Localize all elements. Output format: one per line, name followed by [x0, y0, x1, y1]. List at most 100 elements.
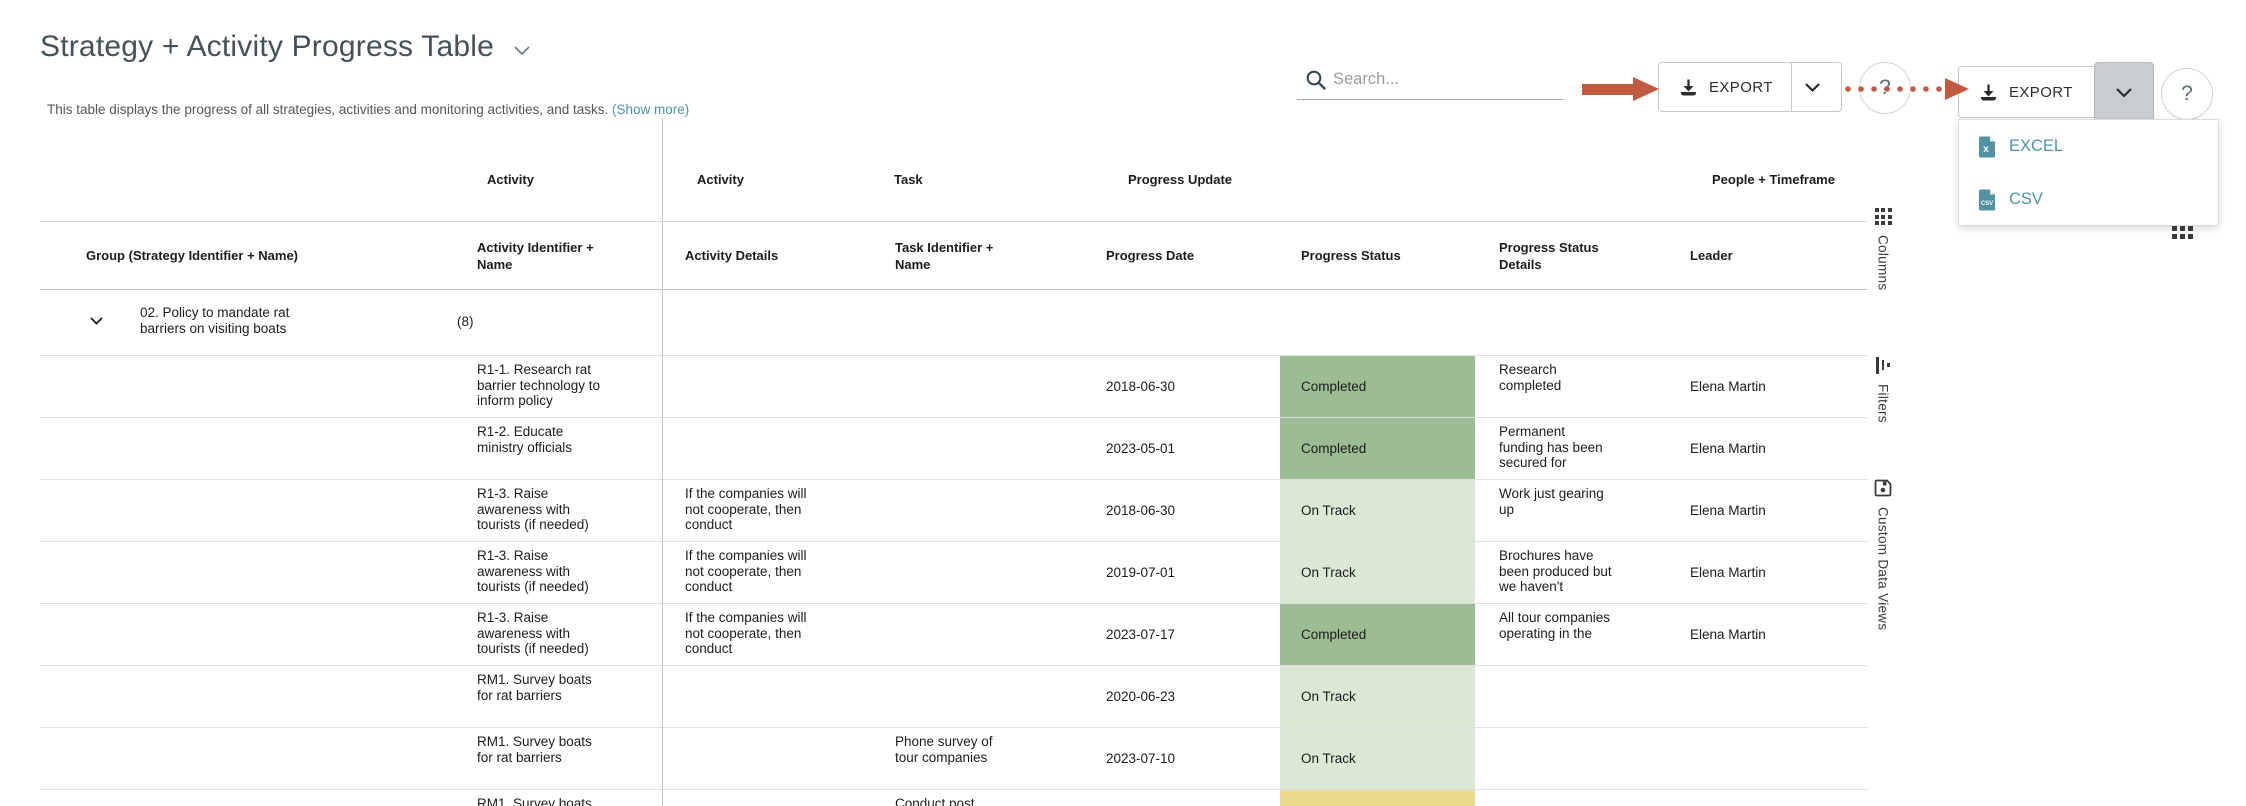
leader-cell: Elena Martin — [1690, 440, 1766, 456]
progress-date-cell: 2023-07-10 — [1106, 750, 1176, 766]
side-tab-label: Columns — [1875, 235, 1891, 291]
help-button-duplicate[interactable]: ? — [2161, 68, 2213, 120]
status-details-cell — [1475, 790, 1680, 806]
group-cell — [40, 356, 462, 417]
activity-details-cell: If the companies will not cooperate, the… — [685, 548, 807, 594]
status-details-cell — [1475, 666, 1680, 727]
columns-grid-icon — [2172, 226, 2193, 239]
group-header-task: Task — [894, 171, 923, 187]
pinned-column-divider — [662, 118, 663, 806]
column-header-leader[interactable]: Leader — [1680, 222, 1867, 289]
status-details-cell: Permanent funding has been secured for — [1499, 424, 1603, 470]
activity-details-cell — [662, 356, 880, 417]
status-details-cell: Brochures have been produced but we have… — [1499, 548, 1612, 594]
status-details-cell: Research completed — [1499, 362, 1562, 393]
column-header-activity-details[interactable]: Activity Details — [662, 222, 880, 289]
help-button[interactable]: ? — [1859, 62, 1911, 114]
table-row[interactable]: R1-3. Raise awareness with tourists (if … — [40, 480, 1867, 542]
side-tab-columns[interactable]: Columns — [1869, 208, 1897, 290]
export-button[interactable]: EXPORT — [1658, 62, 1842, 112]
menu-item-csv[interactable]: CSV CSV — [1959, 173, 2218, 226]
progress-status-cell: On Track — [1280, 480, 1475, 541]
side-tab-custom-data-views[interactable]: Custom Data Views — [1869, 479, 1897, 630]
task-cell — [880, 604, 1080, 665]
excel-file-icon: x — [1979, 136, 1995, 157]
column-header-activity-identifier[interactable]: Activity Identifier + Name — [462, 222, 662, 289]
task-cell: Conduct post — [895, 796, 975, 806]
export-button-main[interactable]: EXPORT — [1659, 63, 1791, 111]
column-header-progress-date[interactable]: Progress Date — [1080, 222, 1280, 289]
column-header-task-identifier[interactable]: Task Identifier + Name — [880, 222, 1080, 289]
activity-details-cell: If the companies will not cooperate, the… — [685, 486, 807, 532]
activity-details-cell — [662, 666, 880, 727]
task-cell — [880, 480, 1080, 541]
side-tab-filters[interactable]: Filters — [1869, 356, 1897, 423]
chevron-down-icon — [1805, 82, 1821, 92]
activity-cell: RM1. Survey boats — [477, 796, 592, 806]
group-cell — [40, 542, 462, 603]
group-expander-chevron-icon[interactable] — [90, 312, 103, 330]
title-chevron-icon[interactable] — [514, 43, 530, 61]
progress-date-cell: 2020-06-23 — [1106, 688, 1176, 704]
progress-date-cell: 2018-06-30 — [1106, 378, 1176, 394]
csv-file-icon: CSV — [1979, 189, 1995, 210]
progress-date-cell: 2023-05-01 — [1106, 440, 1176, 456]
task-cell: Phone survey of tour companies — [895, 734, 993, 765]
group-cell — [40, 666, 462, 727]
group-row-count: (8) — [457, 314, 474, 329]
export-button-main[interactable]: EXPORT — [1959, 67, 2091, 117]
group-cell — [40, 604, 462, 665]
activity-cell: R1-3. Raise awareness with tourists (if … — [477, 610, 589, 656]
chevron-down-icon — [2116, 87, 2132, 98]
progress-status-cell — [1280, 790, 1475, 806]
search-input[interactable] — [1333, 64, 1553, 94]
table-row[interactable]: RM1. Survey boats for rat barriers 2020-… — [40, 666, 1867, 728]
export-dropdown-caret[interactable] — [1792, 63, 1834, 111]
column-header-group[interactable]: Group (Strategy Identifier + Name) — [40, 222, 462, 289]
activity-cell: RM1. Survey boats for rat barriers — [477, 672, 592, 703]
group-header-progress-update: Progress Update — [1127, 171, 1233, 187]
activity-cell: R1-2. Educate ministry officials — [477, 424, 573, 455]
group-header-activity-2: Activity — [697, 171, 744, 187]
progress-table: Activity Activity Task Progress Update P… — [40, 116, 1867, 806]
table-group-header-row: Activity Activity Task Progress Update P… — [40, 116, 1867, 222]
table-row[interactable]: R1-3. Raise awareness with tourists (if … — [40, 604, 1867, 666]
download-icon — [1981, 84, 1996, 100]
activity-cell: R1-1. Research rat barrier technology to… — [477, 362, 601, 408]
leader-cell — [1680, 790, 1867, 806]
export-dropdown-caret-active[interactable] — [2094, 62, 2154, 123]
leader-cell: Elena Martin — [1690, 564, 1766, 580]
side-tab-label: Filters — [1875, 384, 1891, 423]
table-row[interactable]: R1-3. Raise awareness with tourists (if … — [40, 542, 1867, 604]
search-box — [1297, 60, 1563, 100]
group-cell — [40, 790, 462, 806]
status-details-cell: Work just gearing up — [1499, 486, 1604, 517]
task-cell — [880, 666, 1080, 727]
group-row[interactable]: 02. Policy to mandate rat barriers on vi… — [40, 290, 1867, 356]
table-row[interactable]: RM1. Survey boats for rat barriers Phone… — [40, 728, 1867, 790]
progress-table-page: Strategy + Activity Progress Table This … — [0, 0, 2246, 806]
task-cell — [880, 542, 1080, 603]
page-title: Strategy + Activity Progress Table — [40, 30, 494, 63]
leader-cell: Elena Martin — [1690, 502, 1766, 518]
activity-details-cell — [662, 728, 880, 789]
progress-date-cell: 2019-07-01 — [1106, 564, 1176, 580]
progress-status-cell: On Track — [1280, 542, 1475, 603]
leader-cell — [1680, 666, 1867, 727]
show-more-link[interactable]: (Show more) — [612, 102, 689, 117]
column-header-progress-status-details[interactable]: Progress Status Details — [1475, 222, 1680, 289]
table-row-partial[interactable]: RM1. Survey boats Conduct post — [40, 790, 1867, 806]
subtitle-text: This table displays the progress of all … — [47, 102, 609, 117]
progress-status-cell: On Track — [1280, 666, 1475, 727]
activity-cell: RM1. Survey boats for rat barriers — [477, 734, 592, 765]
svg-text:CSV: CSV — [1981, 201, 1993, 207]
activity-details-cell — [662, 790, 880, 806]
export-button-duplicate[interactable]: EXPORT — [1958, 62, 2154, 123]
table-row[interactable]: R1-1. Research rat barrier technology to… — [40, 356, 1867, 418]
column-header-progress-status[interactable]: Progress Status — [1280, 222, 1475, 289]
help-question-mark: ? — [2181, 82, 2193, 105]
group-header-cell — [40, 158, 462, 180]
export-button-label: EXPORT — [1709, 78, 1773, 96]
menu-item-excel[interactable]: x EXCEL — [1959, 120, 2218, 173]
table-row[interactable]: R1-2. Educate ministry officials 2023-05… — [40, 418, 1867, 480]
